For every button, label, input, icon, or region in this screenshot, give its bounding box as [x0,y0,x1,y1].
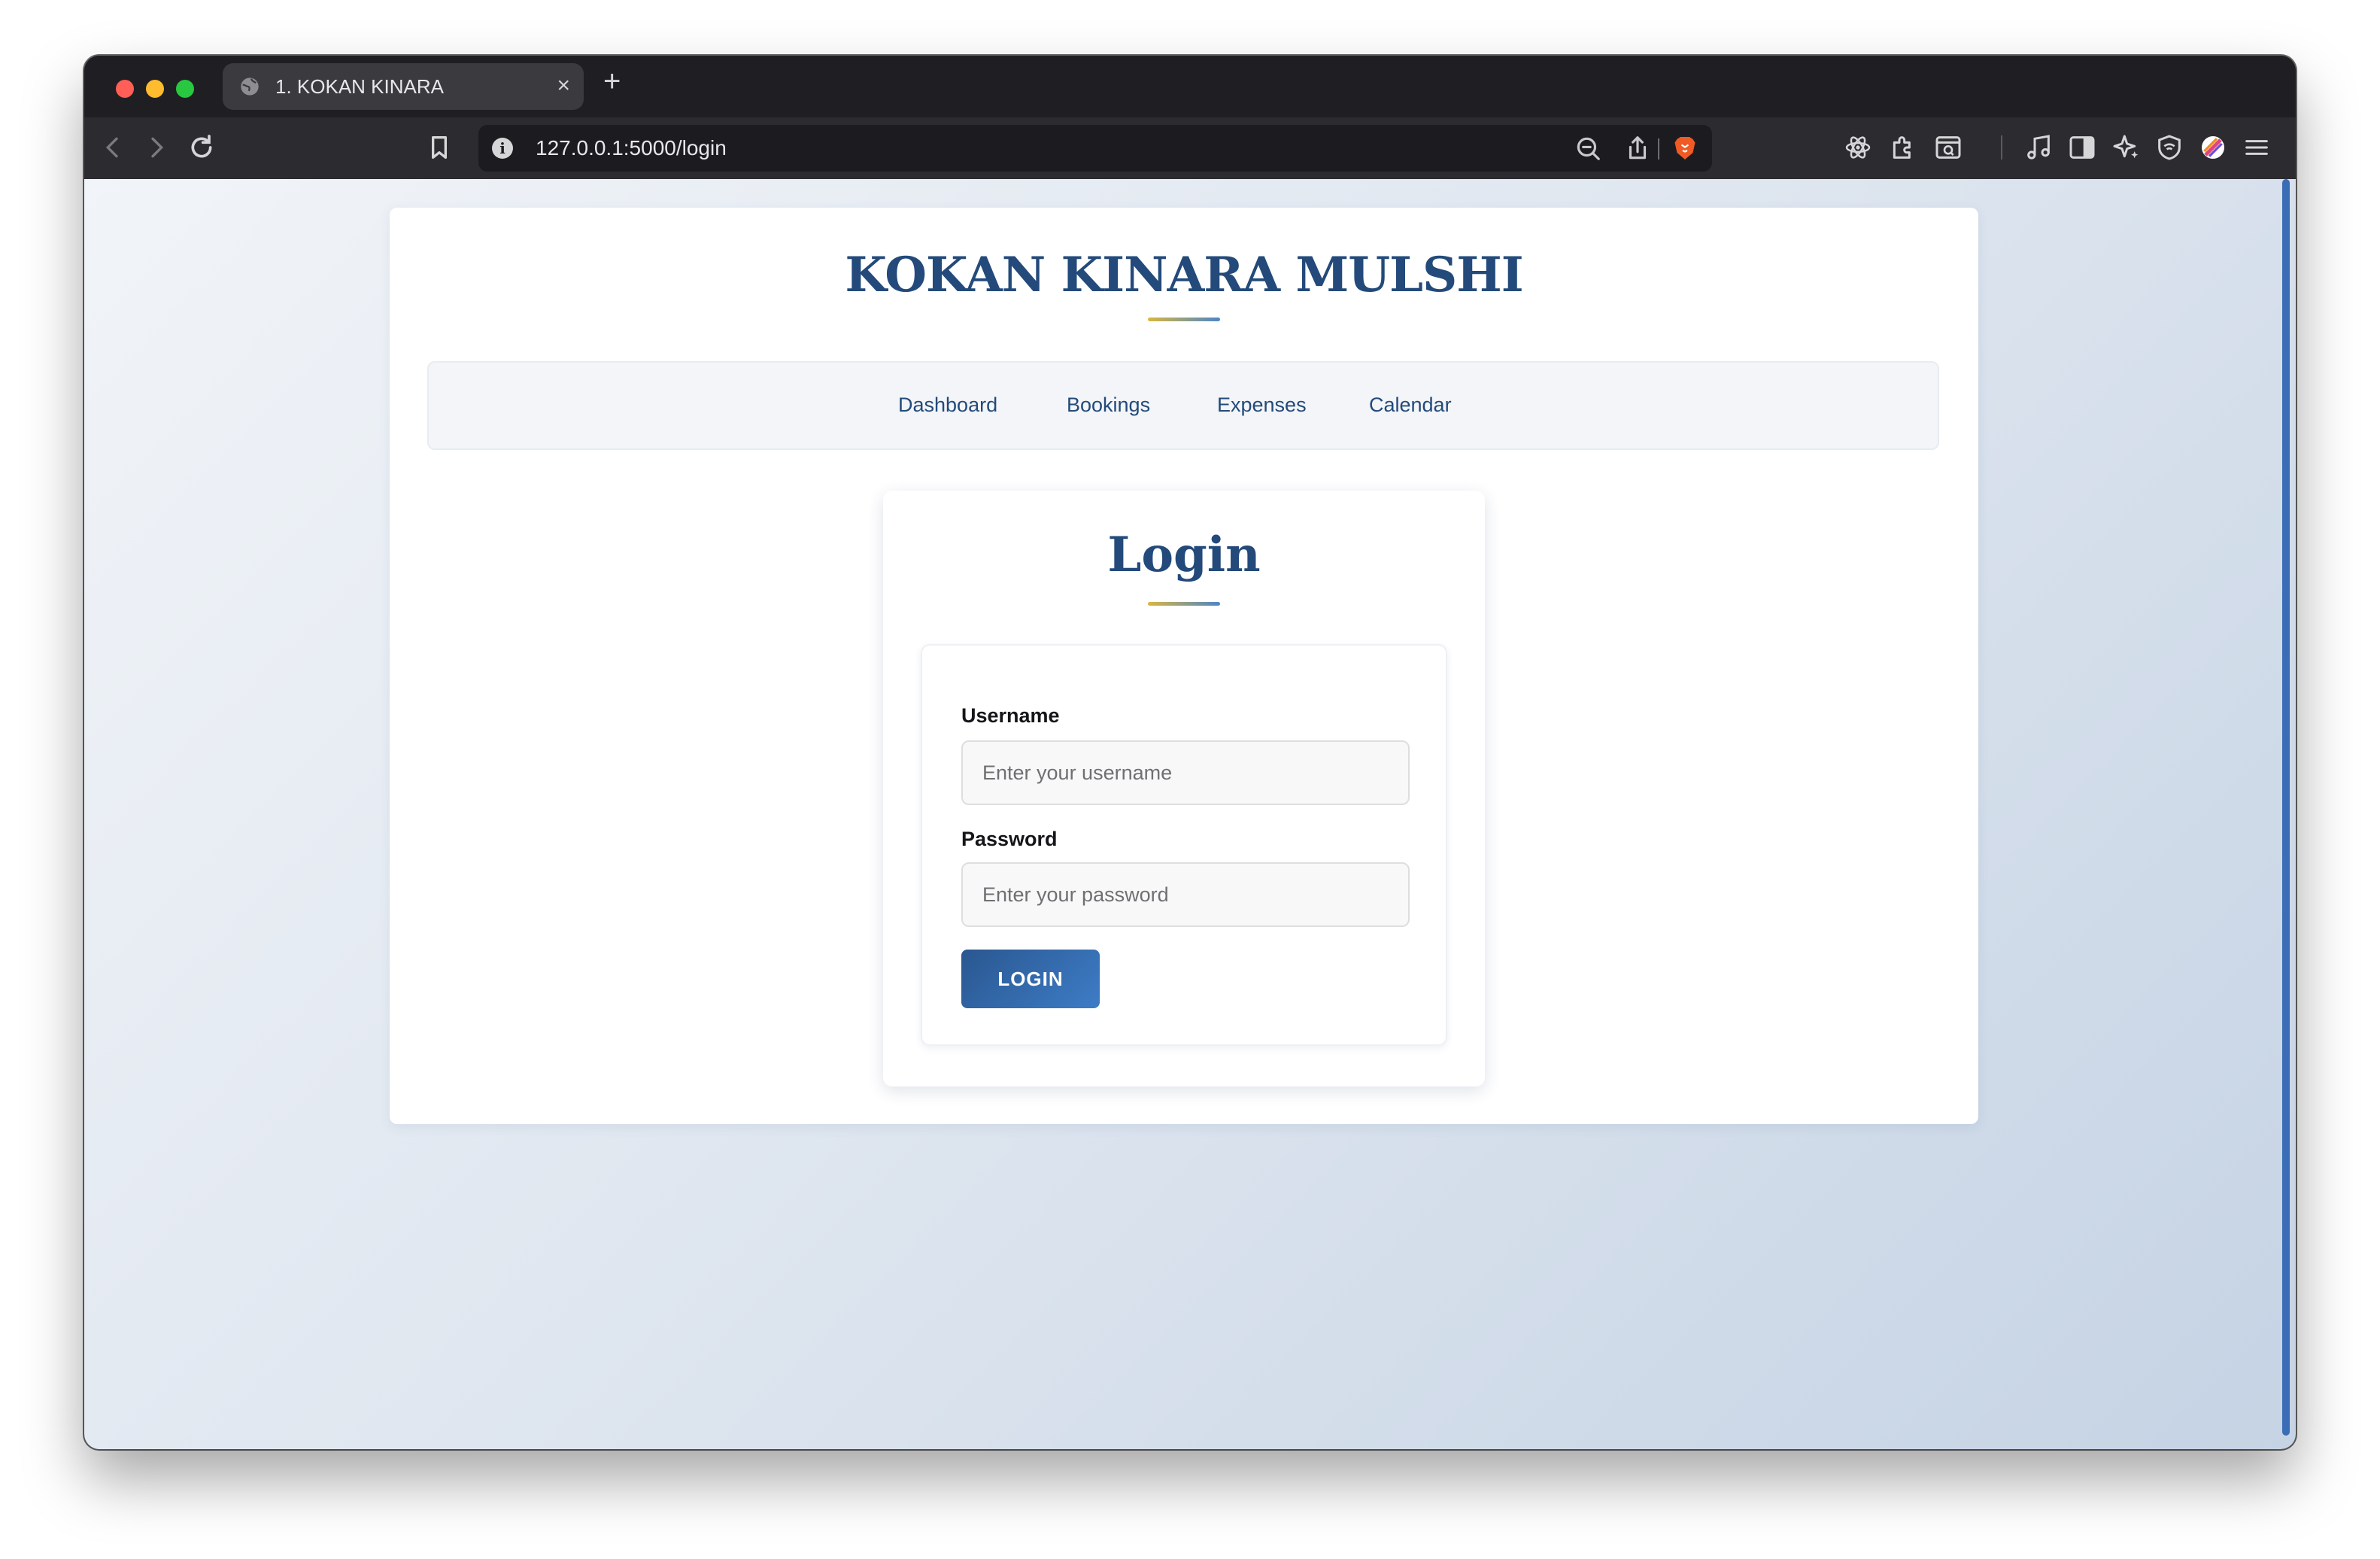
nav-calendar[interactable]: Calendar [1369,391,1452,418]
main-container: KOKAN KINARA MULSHI Dashboard Bookings E… [390,208,1978,1124]
zoom-out-icon[interactable] [1574,134,1602,163]
page-viewport: KOKAN KINARA MULSHI Dashboard Bookings E… [84,179,2296,1449]
login-title: Login [1107,527,1261,583]
main-nav: Dashboard Bookings Expenses Calendar [427,361,1939,450]
nav-dashboard[interactable]: Dashboard [898,391,997,418]
menu-icon[interactable] [2242,132,2272,163]
leo-ai-icon[interactable] [2111,132,2141,163]
site-title: KOKAN KINARA MULSHI [845,247,1523,303]
divider [1658,138,1659,160]
site-info-icon[interactable]: i [492,138,513,159]
new-tab-button[interactable]: + [603,65,621,98]
forward-icon[interactable] [141,132,172,163]
username-label: Username [961,704,1060,727]
browser-window: 1. KOKAN KINARA × + i 127.0.0.1:5000/log… [84,56,2296,1449]
react-devtools-icon[interactable] [1843,132,1873,163]
back-icon[interactable] [98,132,128,163]
nav-expenses[interactable]: Expenses [1217,391,1307,418]
vpn-shield-icon[interactable] [2154,132,2184,163]
music-icon[interactable] [2023,132,2054,163]
wallet-icon[interactable] [2198,132,2228,163]
extensions-icon[interactable] [1888,132,1918,163]
browser-toolbar: i 127.0.0.1:5000/login [84,117,2296,179]
tab-bar: 1. KOKAN KINARA × + [84,56,2296,117]
browser-tab[interactable]: 1. KOKAN KINARA × [223,63,584,110]
password-label: Password [961,828,1058,850]
login-title-underline [1148,602,1220,606]
share-icon[interactable] [1623,134,1652,163]
divider [2001,135,2002,160]
title-underline [1148,318,1220,321]
minimize-window-button[interactable] [146,80,164,98]
brave-shields-icon[interactable] [1671,134,1698,163]
close-window-button[interactable] [116,80,134,98]
login-form: Username Password LOGIN [921,644,1447,1046]
reload-icon[interactable] [187,132,217,163]
scrollbar[interactable] [2282,179,2290,1436]
bookmark-icon[interactable] [424,132,454,163]
login-button[interactable]: LOGIN [961,950,1100,1008]
sidebar-icon[interactable] [2067,132,2097,163]
login-card: Login Username Password LOGIN [883,491,1485,1086]
tab-title: 1. KOKAN KINARA [275,75,444,98]
page-search-icon[interactable] [1933,132,1963,163]
password-input[interactable] [961,862,1410,927]
globe-icon [239,76,260,97]
url-text[interactable]: 127.0.0.1:5000/login [536,137,727,160]
nav-bookings[interactable]: Bookings [1067,391,1150,418]
username-input[interactable] [961,740,1410,805]
close-tab-icon[interactable]: × [557,74,570,98]
maximize-window-button[interactable] [176,80,194,98]
address-bar[interactable]: i 127.0.0.1:5000/login [478,125,1712,172]
